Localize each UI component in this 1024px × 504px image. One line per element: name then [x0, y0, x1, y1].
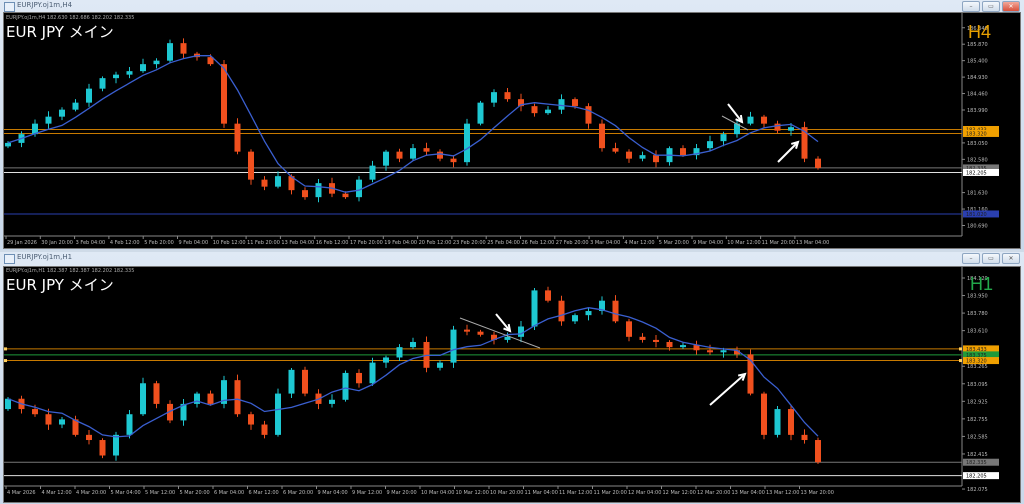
bearish-candle — [261, 424, 268, 435]
bullish-candle — [194, 393, 200, 404]
price-tick-label: 182.415 — [967, 452, 988, 458]
bearish-candle — [558, 300, 565, 322]
h1-candlestick-chart[interactable]: 184.120183.950183.780183.610183.265183.0… — [0, 0, 1024, 504]
time-tick-label: 4 Mar 20:00 — [76, 490, 106, 496]
time-tick-label: 5 Mar 12:00 — [145, 490, 175, 496]
bullish-candle — [342, 372, 349, 400]
bearish-candle — [788, 409, 794, 435]
time-tick-label: 10 Mar 04:00 — [421, 490, 454, 496]
bullish-candle — [572, 315, 578, 322]
bearish-candle — [612, 300, 619, 322]
bullish-candle — [680, 345, 686, 348]
bullish-candle — [504, 336, 511, 340]
bearish-candle — [99, 440, 106, 456]
level-anchor-handle — [959, 359, 962, 363]
bearish-candle — [32, 409, 38, 415]
bearish-candle — [248, 414, 254, 425]
price-tick-label: 182.075 — [967, 487, 988, 493]
bearish-candle — [356, 372, 362, 384]
bullish-candle — [329, 399, 335, 404]
arrow-icon — [495, 313, 511, 332]
price-tick-label: 182.925 — [967, 399, 988, 405]
bearish-candle — [761, 393, 767, 435]
time-tick-label: 6 Mar 12:00 — [249, 490, 279, 496]
symbol-label: EUR JPY メイン — [6, 276, 114, 294]
bullish-candle — [396, 347, 403, 358]
level-anchor-handle — [4, 347, 7, 351]
price-tick-label: 183.780 — [967, 311, 988, 317]
bearish-candle — [666, 341, 673, 348]
level-anchor-handle — [4, 359, 7, 363]
time-tick-label: 10 Mar 12:00 — [456, 490, 489, 496]
bullish-candle — [383, 357, 389, 363]
time-tick-label: 5 Mar 20:00 — [180, 490, 210, 496]
bearish-candle — [207, 393, 214, 404]
time-tick-label: 6 Mar 20:00 — [283, 490, 313, 496]
bullish-candle — [518, 326, 524, 337]
time-tick-label: 11 Mar 12:00 — [559, 490, 592, 496]
time-tick-label: 12 Mar 20:00 — [697, 490, 730, 496]
bullish-candle — [720, 350, 727, 353]
bearish-candle — [45, 414, 52, 425]
bearish-candle — [626, 321, 632, 337]
time-tick-label: 5 Mar 04:00 — [111, 490, 141, 496]
bearish-candle — [464, 329, 470, 332]
price-tick-label: 183.095 — [967, 382, 988, 388]
bullish-candle — [140, 383, 146, 415]
bearish-candle — [234, 380, 241, 415]
bullish-candle — [126, 414, 133, 435]
time-tick-label: 13 Mar 12:00 — [766, 490, 799, 496]
time-tick-label: 11 Mar 20:00 — [594, 490, 627, 496]
price-tick-label: 183.610 — [967, 329, 988, 335]
time-tick-label: 4 Mar 2026 — [7, 490, 36, 496]
time-tick-label: 13 Mar 04:00 — [732, 490, 765, 496]
symbol-label: EUR JPY メイン — [6, 23, 114, 41]
bullish-candle — [369, 362, 376, 384]
time-tick-label: 10 Mar 20:00 — [490, 490, 523, 496]
bullish-candle — [59, 419, 65, 425]
bullish-candle — [5, 398, 11, 410]
bearish-candle — [653, 339, 659, 342]
time-tick-label: 9 Mar 20:00 — [387, 490, 417, 496]
bullish-candle — [288, 369, 295, 394]
price-level-label: 182.335 — [966, 460, 987, 466]
bullish-candle — [275, 393, 281, 435]
bearish-candle — [86, 434, 92, 441]
trend-line — [459, 317, 541, 349]
price-tick-label: 182.585 — [967, 434, 988, 440]
bearish-candle — [801, 434, 808, 441]
timeframe-label: H4 — [968, 22, 992, 42]
bullish-candle — [113, 434, 119, 456]
bearish-candle — [639, 336, 646, 340]
time-tick-label: 13 Mar 20:00 — [801, 490, 834, 496]
time-tick-label: 11 Mar 04:00 — [525, 490, 558, 496]
bearish-candle — [153, 383, 160, 404]
time-tick-label: 6 Mar 04:00 — [214, 490, 244, 496]
time-tick-label: 4 Mar 12:00 — [42, 490, 72, 496]
price-tick-label: 182.755 — [967, 417, 988, 423]
bullish-candle — [437, 362, 443, 368]
price-level-label: 182.205 — [966, 474, 987, 480]
price-tick-label: 183.265 — [967, 364, 988, 370]
bearish-candle — [545, 290, 551, 301]
time-tick-label: 9 Mar 04:00 — [318, 490, 348, 496]
bullish-candle — [585, 311, 592, 316]
price-level-label: 183.320 — [966, 359, 987, 365]
bullish-candle — [410, 341, 416, 348]
arrow-icon — [709, 373, 746, 406]
bearish-candle — [477, 331, 484, 335]
bearish-candle — [302, 369, 308, 394]
time-tick-label: 9 Mar 12:00 — [352, 490, 382, 496]
bullish-candle — [774, 409, 781, 435]
time-tick-label: 12 Mar 04:00 — [628, 490, 661, 496]
level-anchor-handle — [959, 347, 962, 351]
bullish-candle — [531, 290, 538, 327]
time-tick-label: 12 Mar 12:00 — [663, 490, 696, 496]
bullish-candle — [450, 329, 457, 363]
timeframe-label: H1 — [970, 274, 994, 294]
bearish-candle — [707, 350, 713, 353]
bearish-candle — [815, 440, 821, 463]
